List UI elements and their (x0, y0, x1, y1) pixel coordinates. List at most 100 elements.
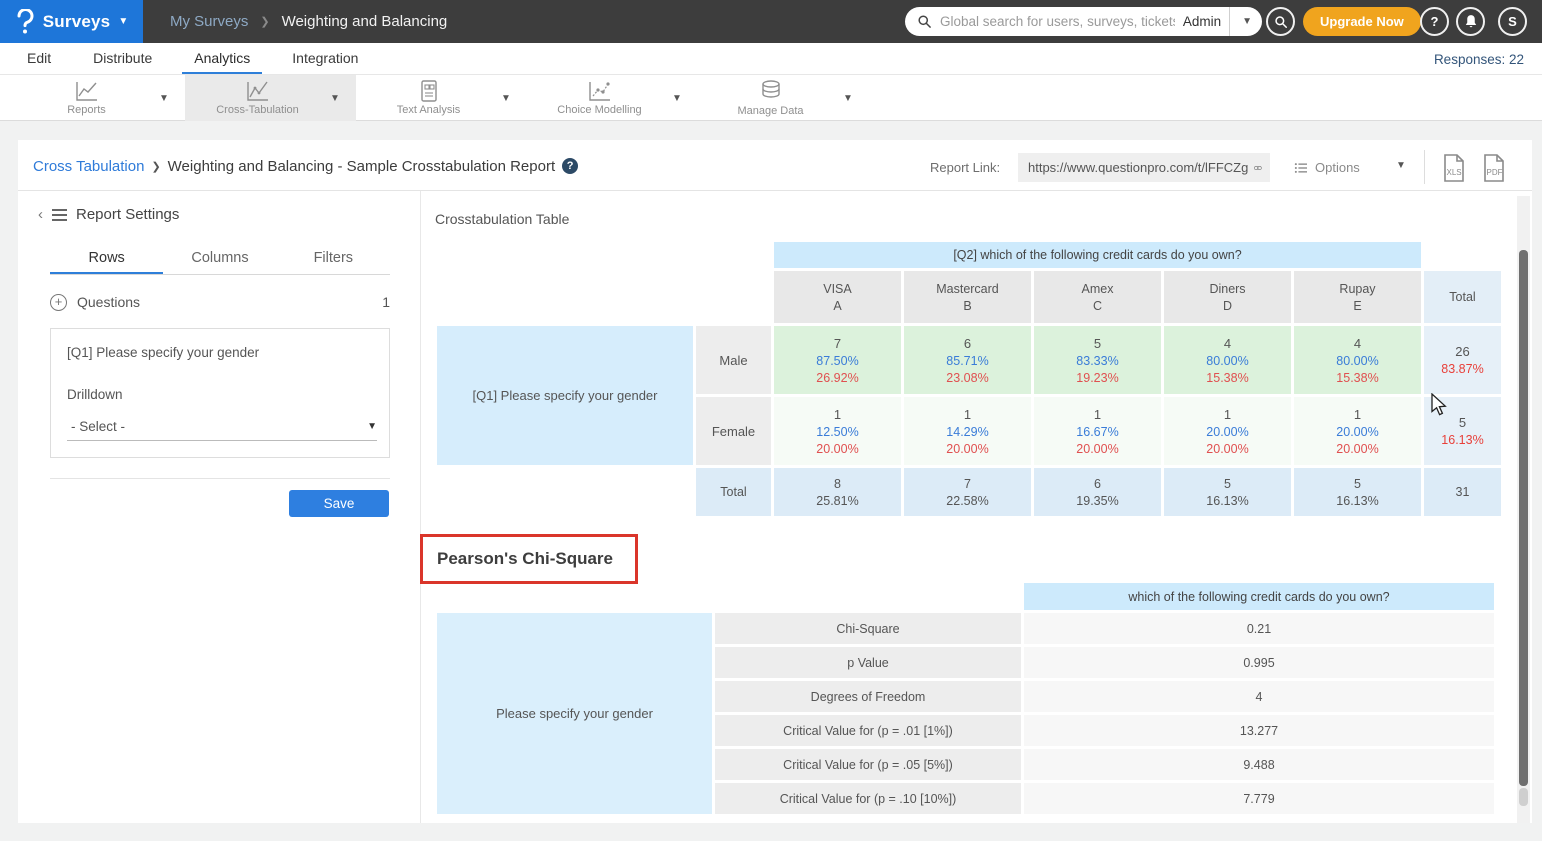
chevron-down-icon[interactable]: ▼ (843, 93, 869, 104)
xls-file-icon: XLS (1440, 153, 1468, 183)
search-icon (1274, 15, 1288, 29)
cell-row-pct: 87.50% (816, 354, 858, 368)
cell-col-pct: 19.23% (1076, 371, 1118, 385)
search-icon (917, 14, 932, 29)
drilldown-selected-value: - Select - (67, 419, 125, 434)
column-name: Mastercard (936, 282, 999, 296)
cell-count: 7 (964, 477, 971, 491)
chevron-down-icon[interactable]: ▼ (330, 93, 356, 104)
chevron-right-icon: ❯ (260, 15, 269, 28)
link-icon[interactable] (1254, 162, 1262, 174)
drilldown-select[interactable]: - Select - ▼ (67, 413, 377, 441)
toolbar-text-analysis[interactable]: Text Analysis ▼ (356, 75, 527, 121)
total-cell: 5 16.13% (1294, 468, 1421, 516)
data-cell: 7 87.50% 26.92% (774, 326, 901, 394)
line-chart-icon (75, 80, 99, 102)
data-cell: 4 80.00% 15.38% (1164, 326, 1291, 394)
product-label: Surveys (43, 12, 111, 32)
menu-icon[interactable] (52, 209, 67, 221)
chi-stat-label: Critical Value for (p = .10 [10%]) (715, 783, 1021, 814)
tab-distribute[interactable]: Distribute (81, 43, 164, 74)
column-code: C (1093, 299, 1102, 313)
tab-label: Edit (27, 50, 51, 66)
export-pdf-button[interactable]: PDF (1480, 153, 1508, 183)
toolbar-item-label: Reports (67, 104, 106, 116)
column-group-header: [Q2] which of the following credit cards… (774, 242, 1421, 268)
cell-col-pct: 20.00% (1206, 442, 1248, 456)
cross-tabulation-link[interactable]: Cross Tabulation (33, 158, 144, 175)
toolbar-manage-data[interactable]: Manage Data ▼ (698, 75, 869, 121)
save-button[interactable]: Save (289, 490, 389, 517)
divider (50, 478, 390, 479)
report-link-url[interactable]: https://www.questionpro.com/t/lFFCZg (1028, 160, 1248, 175)
app-window: Surveys ▼ My Surveys ❯ Weighting and Bal… (0, 0, 1542, 841)
chi-stat-value: 13.277 (1024, 715, 1494, 746)
tab-analytics[interactable]: Analytics (182, 43, 262, 74)
chevron-down-icon: ▼ (118, 17, 128, 27)
help-icon[interactable]: ? (562, 158, 578, 174)
drilldown-label: Drilldown (67, 387, 123, 402)
cell-pct: 19.35% (1076, 494, 1118, 508)
cell-count: 6 (964, 336, 971, 351)
chevron-right-icon: ❯ (151, 160, 160, 173)
toolbar-reports[interactable]: Reports ▼ (14, 75, 185, 121)
cell-pct: 16.13% (1336, 494, 1378, 508)
cell-count: 5 (1224, 477, 1231, 491)
add-question-icon[interactable]: + (50, 294, 67, 311)
cell-col-pct: 26.92% (816, 371, 858, 385)
cell-col-pct: 20.00% (1076, 442, 1118, 456)
divider (420, 191, 421, 823)
toolbar-cross-tabulation[interactable]: Cross-Tabulation ▼ (185, 75, 356, 121)
document-grid-icon (418, 80, 440, 102)
scrollbar-thumb[interactable] (1519, 250, 1528, 786)
breadcrumb-my-surveys[interactable]: My Surveys (170, 13, 248, 30)
chi-stat-value: 9.488 (1024, 749, 1494, 780)
upgrade-now-button[interactable]: Upgrade Now (1303, 7, 1421, 36)
chi-stat-label: Degrees of Freedom (715, 681, 1021, 712)
vertical-scrollbar[interactable] (1517, 196, 1530, 823)
tab-edit[interactable]: Edit (15, 43, 63, 74)
cell-count: 1 (964, 407, 971, 422)
chevron-down-icon[interactable]: ▼ (501, 93, 527, 104)
cell-count: 1 (1354, 407, 1361, 422)
tab-filters[interactable]: Filters (277, 243, 390, 274)
search-scope-label[interactable]: Admin (1183, 14, 1221, 29)
account-avatar[interactable]: S (1498, 7, 1527, 36)
chevron-down-icon[interactable]: ▼ (672, 93, 698, 104)
cell-total-pct: 16.13% (1441, 433, 1483, 447)
chevron-down-icon[interactable]: ▼ (1238, 16, 1252, 27)
responses-count[interactable]: Responses: 22 (1434, 43, 1524, 75)
cell-count: 4 (1224, 336, 1231, 351)
report-title: Weighting and Balancing - Sample Crossta… (168, 158, 555, 175)
total-row-label: Total (696, 468, 771, 516)
chi-stat-value: 4 (1024, 681, 1494, 712)
tab-integration[interactable]: Integration (280, 43, 370, 74)
help-button[interactable]: ? (1420, 7, 1449, 36)
total-cell: 7 22.58% (904, 468, 1031, 516)
chevron-down-icon[interactable]: ▼ (159, 93, 185, 104)
chi-stat-label: Critical Value for (p = .05 [5%]) (715, 749, 1021, 780)
column-header: VISA A (774, 271, 901, 323)
tab-columns[interactable]: Columns (163, 243, 276, 274)
cell-row-pct: 16.67% (1076, 425, 1118, 439)
collapse-panel-icon[interactable]: ‹ (38, 206, 43, 223)
pdf-file-icon: PDF (1480, 153, 1508, 183)
product-switcher[interactable]: Surveys ▼ (0, 0, 143, 43)
search-submit-button[interactable] (1266, 7, 1295, 36)
export-xls-button[interactable]: XLS (1440, 153, 1468, 183)
search-input[interactable] (940, 14, 1175, 29)
cell-pct: 16.13% (1206, 494, 1248, 508)
notifications-button[interactable] (1456, 7, 1485, 36)
tab-rows[interactable]: Rows (50, 243, 163, 274)
chevron-down-icon[interactable]: ▼ (1396, 160, 1406, 171)
toolbar-choice-modelling[interactable]: Choice Modelling ▼ (527, 75, 698, 121)
database-icon (759, 79, 783, 103)
questions-label: Questions (77, 294, 140, 310)
options-button[interactable]: Options (1294, 153, 1360, 182)
report-breadcrumb: Cross Tabulation ❯ Weighting and Balanci… (33, 154, 578, 178)
cell-count: 4 (1354, 336, 1361, 351)
column-header: Rupay E (1294, 271, 1421, 323)
cell-col-pct: 15.38% (1336, 371, 1378, 385)
trend-chart-icon (246, 80, 270, 102)
report-settings-header: ‹ Report Settings (38, 206, 179, 223)
